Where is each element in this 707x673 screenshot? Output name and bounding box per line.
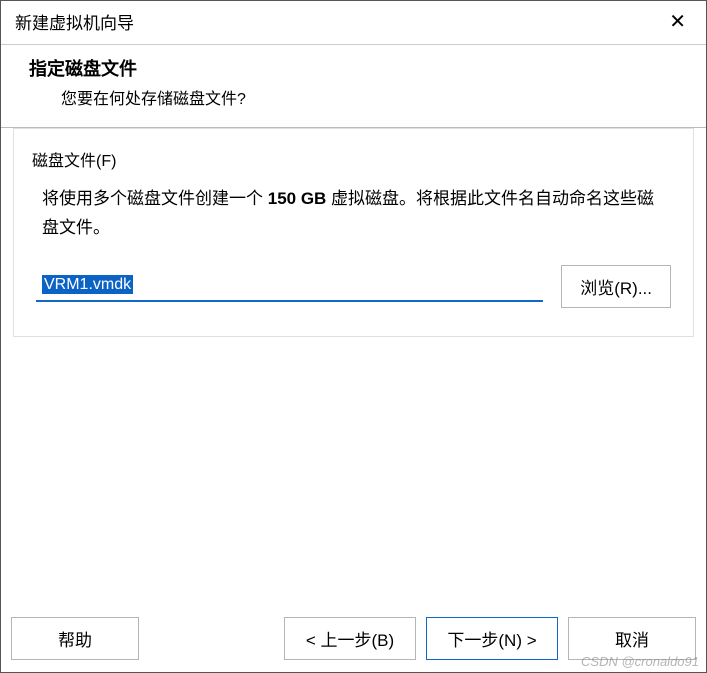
- browse-button[interactable]: 浏览(R)...: [561, 265, 671, 308]
- desc-prefix: 将使用多个磁盘文件创建一个: [42, 189, 268, 208]
- help-button[interactable]: 帮助: [11, 617, 139, 660]
- disk-size-value: 150 GB: [268, 189, 327, 208]
- back-button[interactable]: < 上一步(B): [284, 617, 416, 660]
- next-button[interactable]: 下一步(N) >: [426, 617, 558, 660]
- page-subheading: 您要在何处存储磁盘文件?: [29, 85, 678, 109]
- disk-file-section: 磁盘文件(F) 将使用多个磁盘文件创建一个 150 GB 虚拟磁盘。将根据此文件…: [13, 128, 694, 337]
- disk-file-value: VRM1.vmdk: [42, 275, 133, 294]
- disk-file-input[interactable]: VRM1.vmdk: [36, 270, 543, 302]
- file-row: VRM1.vmdk 浏览(R)...: [32, 265, 675, 308]
- window-title: 新建虚拟机向导: [15, 9, 134, 34]
- wizard-header: 指定磁盘文件 您要在何处存储磁盘文件?: [1, 45, 706, 127]
- disk-file-description: 将使用多个磁盘文件创建一个 150 GB 虚拟磁盘。将根据此文件名自动命名这些磁…: [32, 185, 675, 243]
- cancel-button[interactable]: 取消: [568, 617, 696, 660]
- page-heading: 指定磁盘文件: [29, 55, 678, 81]
- wizard-window: 新建虚拟机向导 ✕ 指定磁盘文件 您要在何处存储磁盘文件? 磁盘文件(F) 将使…: [0, 0, 707, 673]
- content-spacer: [1, 337, 706, 609]
- button-bar: 帮助 < 上一步(B) 下一步(N) > 取消: [1, 609, 706, 672]
- titlebar: 新建虚拟机向导 ✕: [1, 1, 706, 45]
- disk-file-label: 磁盘文件(F): [32, 147, 675, 171]
- close-icon[interactable]: ✕: [663, 10, 692, 34]
